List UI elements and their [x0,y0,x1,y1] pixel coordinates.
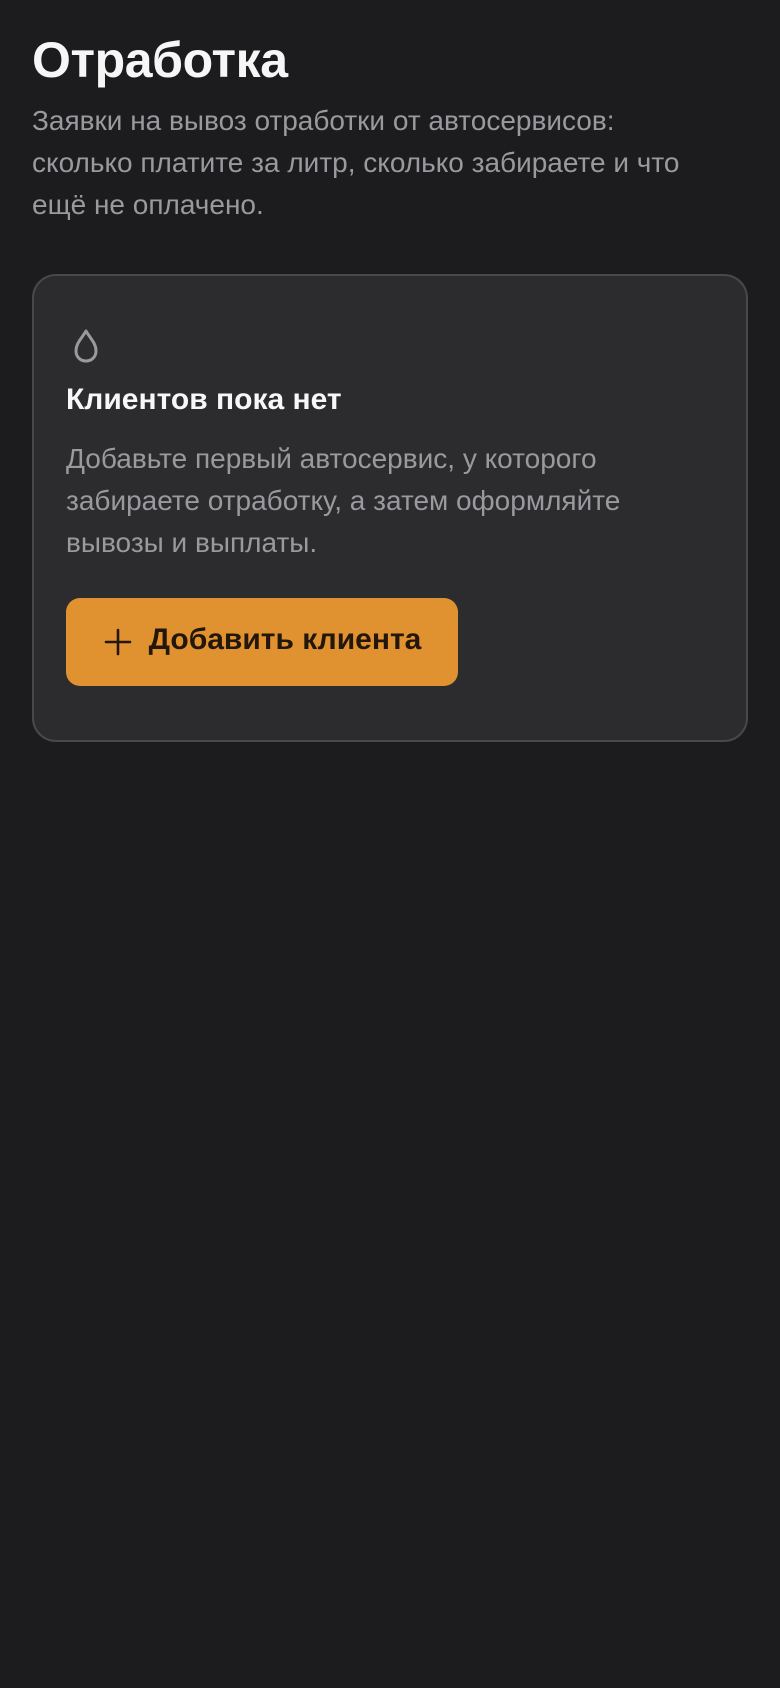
plus-icon [104,628,131,656]
empty-state-description: Добавьте первый автосервис, у которого з… [66,443,621,558]
add-client-button-label: Добавить клиента [148,623,422,656]
empty-state-title: Клиентов пока нет [66,383,342,416]
page-subtitle: Заявки на вывоз отработки от автосервисо… [32,105,680,220]
oil-waste-page: Отработка Заявки на вывоз отработки от а… [0,0,780,1688]
page-title: Отработка [32,32,288,88]
oil-drop-icon [74,329,98,363]
empty-clients-card: Клиентов пока нет Добавьте первый автосе… [32,274,748,742]
add-client-button[interactable]: Добавить клиента [66,598,458,686]
